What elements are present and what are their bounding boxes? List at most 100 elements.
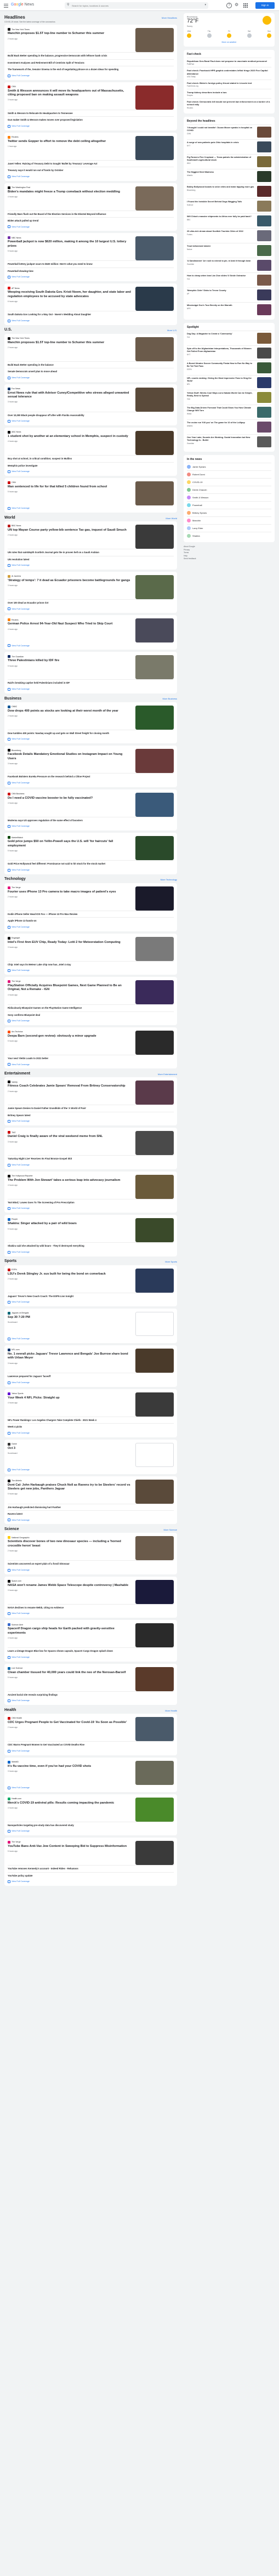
topic-label[interactable]: Manchin <box>192 519 201 522</box>
story-source[interactable]: AP News <box>8 287 131 290</box>
beyond-item[interactable]: 20 ultra-rich dream about Scottish Touri… <box>187 228 271 243</box>
source-name[interactable]: Jaguars vs Bengals <box>12 1312 29 1314</box>
story-source[interactable]: Jaguars vs Bengals <box>8 1312 131 1315</box>
spotlight-item-title[interactable]: Dog Day: A Magazine to Create a 'Communi… <box>187 333 255 335</box>
story-headline[interactable]: YouTube Bans Anti-Vax Jew Content in Swe… <box>8 1845 131 1849</box>
related-story-title[interactable]: Memphis police investigate <box>8 464 174 467</box>
story-headline[interactable]: No. 1 overall picks Jaguars' Trevor Lawr… <box>8 1352 131 1361</box>
more-section-link[interactable]: More World <box>166 517 177 520</box>
story-headline[interactable]: Three Palestinians killed by IDF fire <box>8 659 131 663</box>
related-story-title[interactable]: Sony confirms Bluepoint deal <box>8 1014 174 1016</box>
source-name[interactable]: The Athletic <box>12 1480 22 1482</box>
story-thumbnail[interactable] <box>135 1479 174 1504</box>
story-thumbnail[interactable] <box>135 1579 174 1604</box>
related-story[interactable]: Investment Analyses and Retirement Bill … <box>8 59 174 66</box>
story-headline[interactable]: Merck's COVID-19 antiviral pills: Result… <box>8 1801 131 1805</box>
story-thumbnail[interactable] <box>135 575 174 599</box>
story-thumbnail[interactable] <box>135 481 174 506</box>
related-story[interactable]: Shakira said she attacked by wild boars … <box>8 1242 174 1249</box>
full-coverage-label[interactable]: View Full Coverage <box>12 1750 30 1753</box>
beyond-item-title[interactable]: A surge of new patients puts Ohio hospit… <box>187 141 255 144</box>
full-coverage-link[interactable]: View Full Coverage <box>8 1063 174 1066</box>
related-story-title[interactable]: Lawrence prepared for Jaguars' faceoff <box>8 1375 174 1378</box>
story-thumbnail[interactable] <box>135 1667 174 1691</box>
story-headline[interactable]: Twitter sends Gopper to effort to remove… <box>8 140 131 144</box>
story-headline[interactable]: German Police Arrest 94-Year-Old Nazi Su… <box>8 622 131 626</box>
section-heading[interactable]: U.S. <box>4 328 12 333</box>
source-name[interactable]: The Verge <box>12 980 21 982</box>
spotlight-item-title[interactable]: Yellow Stuff: Weeks Cool Ways out a Naka… <box>187 392 255 397</box>
fact-check-item[interactable]: Trump kidney describes include a bus Snop… <box>187 88 271 98</box>
topic-label[interactable]: Britney Spears <box>192 511 207 514</box>
related-story[interactable]: Ancient burial site reveals surprising f… <box>8 1691 174 1698</box>
full-coverage-link[interactable]: View Full Coverage <box>8 1656 174 1659</box>
related-story-title[interactable]: Boy shot at school, in critical conditio… <box>8 457 174 460</box>
related-story[interactable]: Raid's breaking captive held Palestinian… <box>8 679 174 686</box>
related-story-title[interactable]: UN rules that saintdepth Scottish Journa… <box>8 551 174 554</box>
source-name[interactable]: The Verge <box>12 886 21 889</box>
related-story-title[interactable]: Jamie Spears Denies to Daniel Father Gra… <box>8 1107 174 1110</box>
spotlight-item-thumbnail[interactable] <box>257 377 271 389</box>
more-section-link[interactable]: More Technology <box>161 878 177 881</box>
beyond-item-thumbnail[interactable] <box>257 156 271 167</box>
related-story-title[interactable]: Over 10,000 Black people disappear off a… <box>8 414 174 417</box>
story-headline[interactable]: Deepa Barn (second-gen review): obviousl… <box>8 1034 131 1038</box>
related-story[interactable]: Over 100 dead as Ecuador prison riot <box>8 599 174 606</box>
in-the-news-item[interactable]: Smith & Wesson <box>187 493 271 501</box>
story-source[interactable]: National Geographic <box>8 1536 131 1539</box>
story-headline[interactable]: Do I need a COVID vaccine booster to be … <box>8 797 131 800</box>
story-headline[interactable]: Dow drops 400 points as stocks are looki… <box>8 709 131 713</box>
story-headline[interactable]: Daniel Craig is finally aware of the vir… <box>8 1135 131 1139</box>
footer-link[interactable]: Send feedback <box>184 558 275 560</box>
topic-label[interactable]: Larry Elder <box>192 527 203 530</box>
related-story-title[interactable]: Scientists uncovered an expert plain of … <box>8 1562 174 1565</box>
spotlight-item-title[interactable]: The cruise run 'Kill you' on The game fo… <box>187 422 255 424</box>
beyond-item-title[interactable]: 'A Sandmanner' Arr rush to extend to pie… <box>187 260 255 263</box>
story-thumbnail[interactable] <box>135 1760 174 1785</box>
section-heading[interactable]: World <box>4 516 15 521</box>
in-the-news-item[interactable]: Larry Elder <box>187 524 271 532</box>
full-coverage-link[interactable]: View Full Coverage <box>8 470 174 474</box>
spotlight-item[interactable]: The Big Data-Driven Forecast That Could … <box>187 405 271 419</box>
story-source[interactable]: Health.com <box>8 1797 131 1800</box>
story-source[interactable]: NBC News <box>8 236 131 240</box>
story-source[interactable]: Science Alert <box>8 1623 131 1627</box>
story-source[interactable]: Game <box>8 1442 131 1446</box>
full-coverage-label[interactable]: View Full Coverage <box>12 1251 30 1254</box>
related-story-title[interactable]: Jaguars' Trevor's New Coach Coach: The E… <box>8 1295 174 1298</box>
full-coverage-label[interactable]: View Full Coverage <box>12 320 30 322</box>
source-name[interactable]: Yahoo Sports <box>12 1392 24 1395</box>
related-story[interactable]: Sony confirms Bluepoint deal <box>8 1011 174 1018</box>
related-story[interactable]: Powerball drawing time <box>8 267 174 274</box>
story-headline[interactable]: Oct 3 <box>8 1447 131 1451</box>
source-name[interactable]: CNBC <box>12 706 17 708</box>
story-source[interactable]: ESPN <box>8 1268 131 1271</box>
spotlight-item-thumbnail[interactable] <box>257 392 271 403</box>
topic-label[interactable]: Jamie Spears <box>192 465 206 468</box>
related-story[interactable]: UN resolution latest <box>8 555 174 562</box>
related-story[interactable]: Gold Price Hollywood feel different: Pro… <box>8 860 174 867</box>
related-story-title[interactable]: Raid's breaking captive held Palestinian… <box>8 681 174 684</box>
source-name[interactable]: Bloomberg <box>12 749 21 752</box>
beyond-item-thumbnail[interactable] <box>257 274 271 286</box>
related-story-title[interactable]: Shakira said she attacked by wild boars … <box>8 1244 174 1247</box>
source-name[interactable]: NBC News <box>12 237 21 239</box>
related-story-title[interactable]: Ravens latest <box>8 1512 174 1515</box>
related-story-title[interactable]: Investment Analyses and Retirement Bill … <box>8 61 174 64</box>
beyond-item[interactable]: Bobby Bollywood boasts to seize cities a… <box>187 183 271 198</box>
related-story-title[interactable]: UN resolution latest <box>8 558 174 561</box>
related-story-title[interactable]: Powerball drawing time <box>8 270 174 272</box>
related-story-title[interactable]: Build Back Better spending in the balanc… <box>8 363 174 366</box>
related-story-title[interactable]: Facebook Bolsters Eureka Pressure on the… <box>8 775 174 778</box>
story-thumbnail[interactable] <box>135 705 174 730</box>
related-story-title[interactable]: Smith & Wesson to Relocate Its Headquart… <box>8 112 174 115</box>
story-headline[interactable]: Smith & Wesson announces it will move it… <box>8 89 131 98</box>
full-coverage-link[interactable]: View Full Coverage <box>8 607 174 611</box>
story-source[interactable]: The Verge <box>8 1841 131 1844</box>
story-thumbnail[interactable] <box>135 525 174 549</box>
full-coverage-label[interactable]: View Full Coverage <box>12 608 30 611</box>
story-thumbnail[interactable] <box>135 886 174 911</box>
story-source[interactable]: Fox News <box>8 387 131 390</box>
section-heading[interactable]: Headlines <box>4 15 25 20</box>
fact-check-item[interactable]: Fact check: Democratic bill would not pr… <box>187 98 271 110</box>
